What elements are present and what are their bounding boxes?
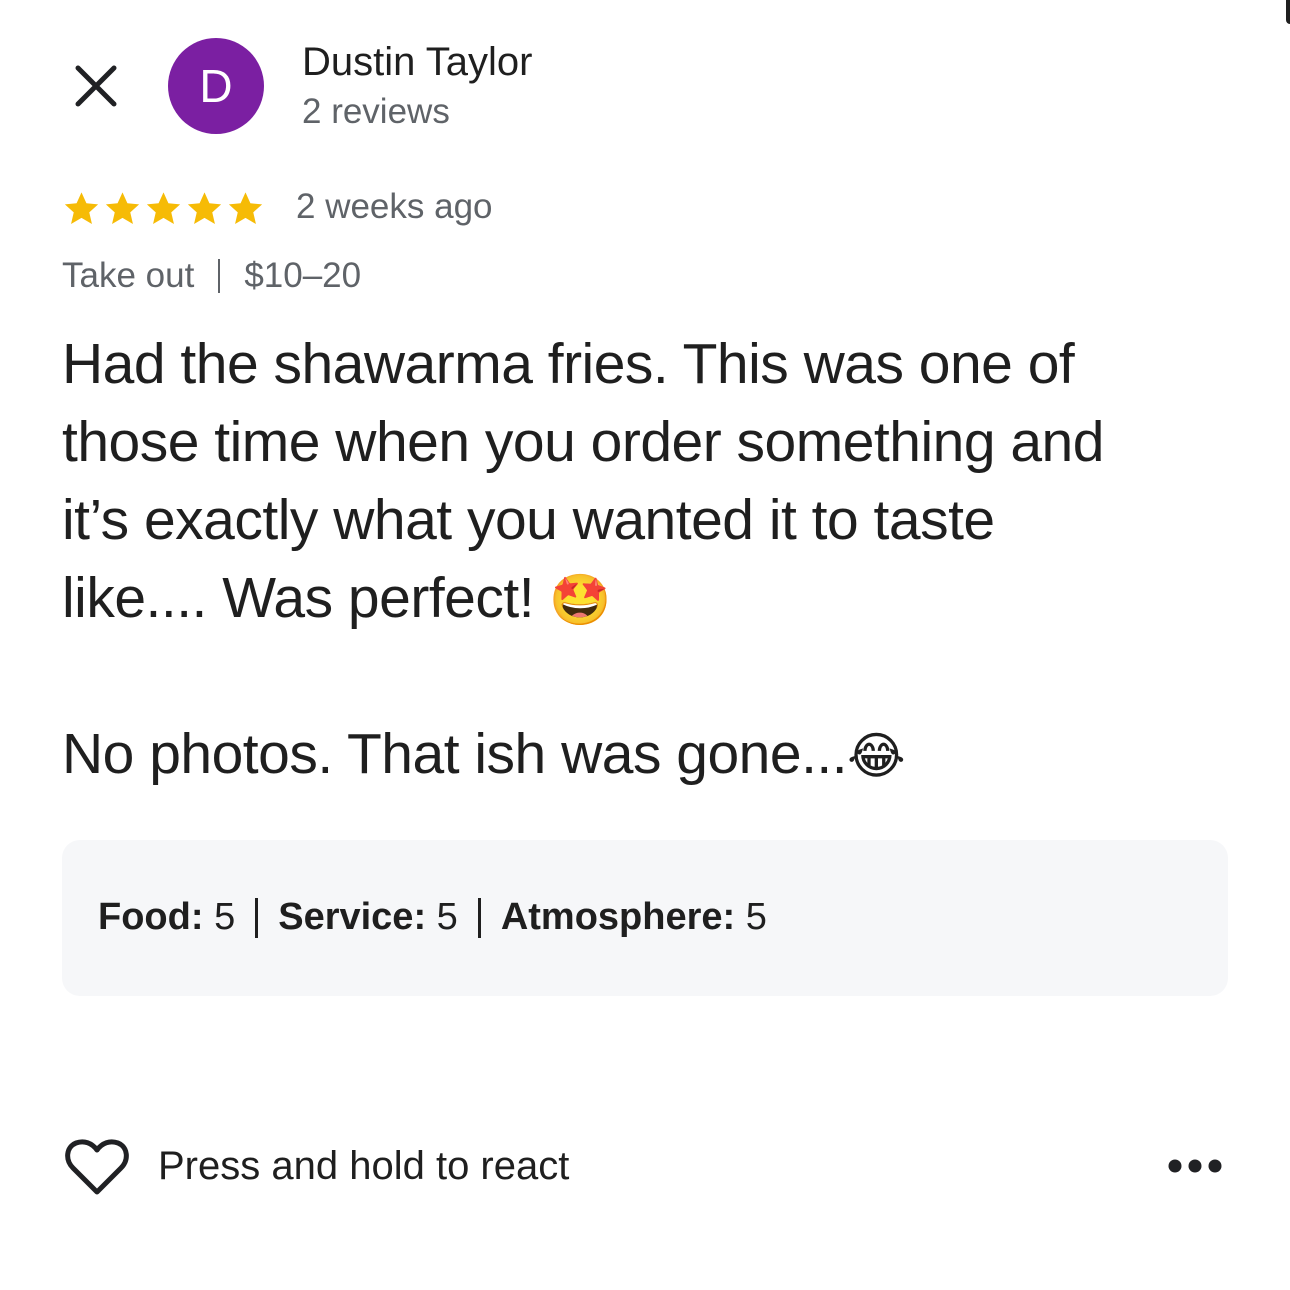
price-range: $10–20	[244, 256, 362, 295]
review-text: Had the shawarma fries. This was one of …	[62, 325, 1242, 793]
more-horizontal-icon	[1168, 1159, 1222, 1173]
window-edge	[1286, 0, 1290, 24]
more-options-button[interactable]	[1160, 1146, 1230, 1186]
sub-ratings-box: Food: 5 Service: 5 Atmosphere: 5	[62, 840, 1228, 996]
avatar[interactable]: D	[168, 38, 264, 134]
review-paragraph-2: No photos. That ish was gone...😂	[62, 715, 1242, 793]
review-line: Had the shawarma fries. This was one of	[62, 332, 1075, 396]
star-filled-icon	[187, 192, 222, 225]
react-button[interactable]	[62, 1132, 132, 1202]
review-line-last: like.... Was perfect! 🤩	[62, 559, 1242, 637]
avatar-letter: D	[199, 60, 233, 112]
author-review-count: 2 reviews	[302, 92, 450, 131]
star-filled-icon	[105, 192, 140, 225]
service-label: Service:	[278, 896, 427, 938]
review-meta: Take out $10–20	[62, 256, 361, 296]
food-label: Food:	[98, 896, 204, 938]
star-filled-icon	[64, 192, 99, 225]
ratings-divider	[255, 897, 259, 938]
review-date: 2 weeks ago	[296, 187, 493, 226]
star-rating	[62, 190, 265, 228]
laughing-emoji: 😂	[847, 728, 906, 784]
review-page: D Dustin Taylor 2 reviews 2 weeks ago Ta…	[0, 0, 1290, 1290]
service-type: Take out	[62, 256, 195, 295]
review-paragraph-2-text: No photos. That ish was gone...	[62, 722, 848, 786]
meta-divider	[218, 259, 221, 293]
review-line-text: like.... Was perfect!	[62, 566, 535, 630]
food-value: 5	[214, 896, 236, 938]
close-icon	[75, 65, 117, 107]
close-button[interactable]	[66, 56, 126, 116]
ratings-divider	[477, 897, 481, 938]
review-line: those time when you order something and	[62, 410, 1104, 474]
star-filled-icon	[146, 192, 181, 225]
sub-ratings: Food: 5 Service: 5 Atmosphere: 5	[98, 896, 767, 939]
atmosphere-value: 5	[745, 896, 767, 938]
heart-outline-icon	[65, 1139, 129, 1195]
star-struck-emoji: 🤩	[549, 572, 612, 628]
react-label[interactable]: Press and hold to react	[158, 1144, 569, 1189]
service-value: 5	[436, 896, 458, 938]
review-line: it’s exactly what you wanted it to taste	[62, 488, 995, 552]
atmosphere-label: Atmosphere:	[500, 896, 736, 938]
author-name[interactable]: Dustin Taylor	[302, 40, 532, 85]
star-filled-icon	[228, 192, 263, 225]
